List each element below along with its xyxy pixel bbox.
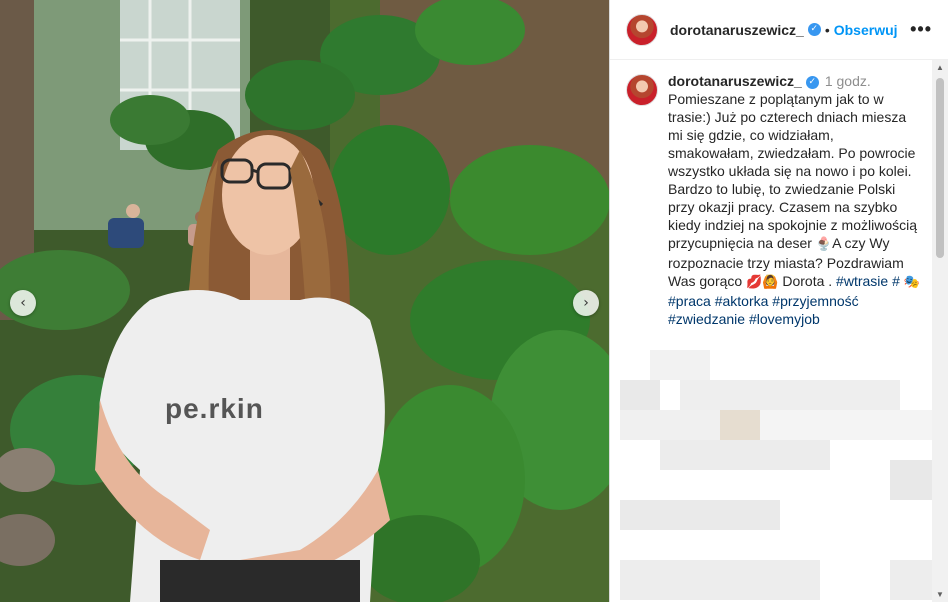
avatar[interactable]	[626, 13, 658, 46]
caption-row: dorotanaruszewicz_ ✓ 1 godz. Pomieszane z …	[610, 60, 932, 328]
header-separator-dot: •	[824, 21, 830, 38]
shirt-logo-text: pe.rkin	[165, 393, 264, 424]
scrollbar[interactable]: ▲ ▼	[932, 60, 948, 602]
caption-text: Pomieszane z poplątanym jak to w trasie:…	[668, 91, 918, 251]
blurred-comments	[620, 290, 940, 600]
header-username[interactable]: dorotanaruszewicz_	[670, 22, 804, 38]
scroll-down-icon[interactable]: ▼	[936, 590, 944, 599]
caption-username[interactable]: dorotanaruszewicz_	[668, 73, 802, 89]
more-options-icon[interactable]: •••	[910, 19, 932, 40]
verified-badge-icon: ✓	[807, 23, 821, 36]
post-side-panel: dorotanaruszewicz_ ✓ • Obserwuj ••• doro…	[609, 0, 948, 602]
post-image: pe.rkin ‹ ›	[0, 0, 609, 602]
verified-badge-icon: ✓	[805, 75, 819, 89]
theater-masks-emoji-icon: 🎭	[903, 275, 920, 290]
next-arrow-glyph: ›	[583, 295, 589, 311]
ice-cream-emoji-icon: 🍨	[815, 237, 833, 252]
chevron-left-icon[interactable]: ‹	[10, 290, 36, 316]
post-header: dorotanaruszewicz_ ✓ • Obserwuj •••	[610, 0, 948, 60]
post-photo-illustration: pe.rkin	[0, 0, 609, 602]
follow-button[interactable]: Obserwuj	[834, 22, 898, 38]
caption-avatar[interactable]	[626, 74, 658, 106]
lips-emoji-icon: 💋	[746, 275, 763, 290]
hashtag-link[interactable]: #wtrasie	[836, 273, 888, 289]
chevron-right-icon[interactable]: ›	[573, 290, 599, 316]
post-time[interactable]: 1 godz.	[825, 73, 871, 89]
scrollbar-thumb[interactable]	[936, 78, 944, 258]
scroll-up-icon[interactable]: ▲	[936, 63, 944, 72]
hashtag-hash[interactable]: #	[892, 273, 900, 289]
prev-arrow-glyph: ‹	[20, 295, 26, 311]
caption-sign: Dorota .	[782, 273, 833, 289]
face-emoji-icon: 🙆	[762, 275, 779, 290]
